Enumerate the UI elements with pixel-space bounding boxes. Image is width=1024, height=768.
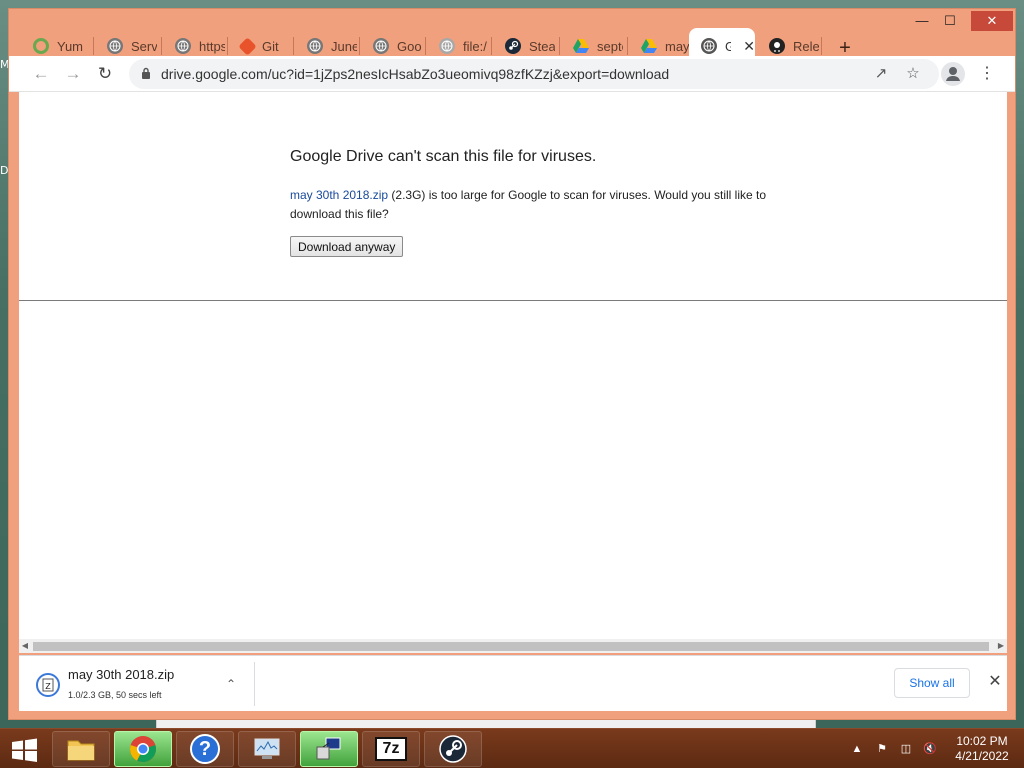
- virus-scan-warning: Google Drive can't scan this file for vi…: [290, 148, 770, 257]
- taskbar-system-monitor[interactable]: [238, 731, 296, 767]
- tab-separator: [559, 37, 560, 55]
- clock-date: 4/21/2022: [955, 749, 1009, 763]
- tab-label: septe: [597, 38, 623, 54]
- person-icon: [946, 67, 960, 81]
- page-content: Google Drive can't scan this file for vi…: [19, 92, 1007, 648]
- horizontal-scrollbar[interactable]: ◀ ▶: [19, 639, 1007, 653]
- scroll-left-arrow[interactable]: ◀: [19, 639, 31, 653]
- tab-separator: [227, 37, 228, 55]
- share-icon[interactable]: ↗: [871, 64, 891, 84]
- git-icon: [238, 36, 257, 56]
- steam-icon: [439, 735, 467, 763]
- zip-file-icon: Z: [36, 673, 60, 697]
- lock-icon: [142, 67, 150, 79]
- tab-separator: [293, 37, 294, 55]
- taskbar-7zip[interactable]: 7z: [362, 731, 420, 767]
- globe-icon: [373, 38, 389, 54]
- taskbar-network-tool[interactable]: [300, 731, 358, 767]
- steam-icon: [505, 38, 521, 54]
- svg-text:Z: Z: [45, 682, 51, 691]
- reload-button[interactable]: ↻: [93, 62, 117, 86]
- show-all-button[interactable]: Show all: [894, 668, 970, 698]
- back-button[interactable]: ←: [29, 62, 53, 86]
- browser-toolbar: ← → ↻ drive.google.com/uc?id=1jZps2nesIc…: [9, 56, 1015, 92]
- folder-icon: [67, 740, 95, 761]
- tab-separator: [161, 37, 162, 55]
- address-bar[interactable]: drive.google.com/uc?id=1jZps2nesIcHsabZo…: [129, 59, 939, 89]
- bookmark-star-icon[interactable]: ☆: [903, 64, 923, 84]
- monitor-icon: [254, 738, 280, 759]
- green-ring-icon: [33, 38, 49, 54]
- profile-avatar[interactable]: [941, 62, 965, 86]
- warning-message: may 30th 2018.zip (2.3G) is too large fo…: [290, 186, 770, 224]
- tab-separator: [93, 37, 94, 55]
- system-clock[interactable]: 10:02 PM 4/21/2022: [950, 734, 1014, 764]
- download-file-name: may 30th 2018.zip: [68, 667, 175, 682]
- globe-icon: [107, 38, 123, 54]
- file-link[interactable]: may 30th 2018.zip: [290, 188, 388, 202]
- taskbar: ? 7z ▲ ⚑ ◫ 🔇 10:02 PM 4/21/2022: [0, 728, 1024, 768]
- taskbar-steam[interactable]: [424, 731, 482, 767]
- chevron-up-icon[interactable]: ⌃: [223, 676, 239, 692]
- taskbar-help[interactable]: ?: [176, 731, 234, 767]
- clock-time: 10:02 PM: [956, 734, 1008, 748]
- taskbar-file-explorer[interactable]: [52, 731, 110, 767]
- close-window-button[interactable]: ✕: [971, 11, 1013, 31]
- google-drive-icon: [573, 38, 589, 54]
- globe-icon: [439, 38, 455, 54]
- tab-label: Rele: [793, 38, 819, 54]
- google-drive-icon: [641, 38, 657, 54]
- network-icon: [316, 737, 341, 760]
- globe-icon: [701, 38, 717, 54]
- action-center-flag-icon[interactable]: ⚑: [874, 741, 890, 757]
- divider: [19, 300, 1007, 301]
- 7zip-icon: 7z: [375, 737, 407, 761]
- download-status: 1.0/2.3 GB, 50 secs left: [68, 690, 162, 700]
- tab-label: Yum: [57, 38, 83, 54]
- forward-button[interactable]: →: [61, 62, 85, 86]
- network-tray-icon[interactable]: ◫: [898, 741, 914, 757]
- tab-label: G: [725, 38, 732, 54]
- browser-menu-button[interactable]: ⋮: [977, 62, 997, 86]
- taskbar-chrome[interactable]: [114, 731, 172, 767]
- tab-label: Stea: [529, 38, 555, 54]
- tab-label: June: [331, 38, 357, 54]
- github-icon: [769, 38, 785, 54]
- tab-label: Serve: [131, 38, 157, 54]
- download-item[interactable]: Z may 30th 2018.zip 1.0/2.3 GB, 50 secs …: [19, 662, 255, 706]
- scrollbar-thumb[interactable]: [33, 642, 989, 651]
- minimize-button[interactable]: —: [909, 11, 935, 31]
- close-tab-icon[interactable]: ✕: [743, 38, 755, 55]
- windows-start-icon[interactable]: [6, 735, 42, 765]
- tab-label: Goo: [397, 38, 422, 54]
- scroll-right-arrow[interactable]: ▶: [995, 639, 1007, 653]
- tab-label: file:/: [463, 38, 487, 54]
- volume-muted-icon[interactable]: 🔇: [922, 741, 938, 757]
- tab-separator: [627, 37, 628, 55]
- tab-separator: [425, 37, 426, 55]
- globe-icon: [307, 38, 323, 54]
- help-icon: ?: [190, 734, 220, 764]
- tab-label: Git: [262, 38, 279, 54]
- tab-separator: [359, 37, 360, 55]
- page-title: Google Drive can't scan this file for vi…: [290, 148, 597, 165]
- url-text: drive.google.com/uc?id=1jZps2nesIcHsabZo…: [161, 66, 670, 82]
- tab-separator: [491, 37, 492, 55]
- browser-window: Yum Serve https Git June Goo fil: [8, 8, 1016, 720]
- tab-label: may: [665, 38, 690, 54]
- close-shelf-icon[interactable]: ✕: [985, 672, 1005, 692]
- file-size: (2.3G): [391, 188, 426, 202]
- tray-expand-icon[interactable]: ▲: [849, 741, 865, 757]
- maximize-button[interactable]: ☐: [937, 11, 963, 31]
- chrome-icon: [130, 736, 156, 763]
- globe-icon: [175, 38, 191, 54]
- download-anyway-button[interactable]: Download anyway: [290, 236, 404, 257]
- tab-label: https: [199, 38, 225, 54]
- tab-separator: [821, 37, 822, 55]
- download-shelf: Z may 30th 2018.zip 1.0/2.3 GB, 50 secs …: [19, 655, 1007, 711]
